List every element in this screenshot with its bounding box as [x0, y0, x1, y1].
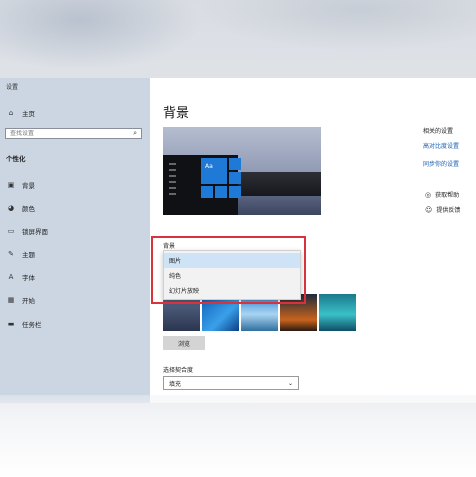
- feedback-label: 提供反馈: [436, 207, 461, 214]
- fit-label: 选择契合度: [163, 367, 194, 374]
- chevron-down-icon: ⌄: [287, 379, 293, 387]
- blurred-lower-area: [0, 395, 476, 477]
- related-settings: 相关的设置 高对比度设置 同步你的设置: [423, 126, 459, 177]
- sidebar-item-label: 主题: [22, 251, 35, 259]
- page-title: 背景: [163, 106, 190, 121]
- fit-select[interactable]: 填充 ⌄: [163, 376, 299, 390]
- main-panel: 背景 Aa 相关的设置 高对比度设置 同步你的设置 ◎ 获取帮助 ☺ 提供反馈 …: [150, 78, 476, 403]
- help-chat-icon: ◎: [425, 190, 432, 199]
- get-help-link[interactable]: ◎ 获取帮助: [425, 190, 460, 200]
- home-icon: ⌂: [8, 109, 14, 117]
- sidebar-item-label: 主页: [22, 110, 35, 118]
- font-icon: A: [8, 273, 14, 281]
- search-icon[interactable]: ⌕: [133, 129, 137, 138]
- wallpaper-thumb[interactable]: [319, 294, 356, 331]
- sidebar-item-taskbar[interactable]: ▬ 任务栏: [6, 318, 42, 330]
- lock-screen-icon: ▭: [7, 227, 15, 235]
- sidebar-item-label: 任务栏: [22, 321, 42, 329]
- preview-tile-text: Aa: [205, 163, 213, 170]
- search-input[interactable]: [10, 130, 120, 137]
- palette-icon: ◕: [7, 204, 15, 212]
- app-title: 设置: [6, 84, 19, 91]
- sidebar-item-label: 开始: [22, 297, 35, 305]
- settings-window: 设置 ⌂ 主页 ⌕ 个性化 ▣ 背景 ◕ 颜色 ▭ 锁屏界面 ✎ 主题 A 字体: [0, 78, 476, 403]
- sidebar-item-themes[interactable]: ✎ 主题: [6, 248, 35, 260]
- feedback-person-icon: ☺: [425, 205, 433, 214]
- brush-icon: ✎: [8, 250, 14, 258]
- sidebar-item-label: 背景: [22, 182, 35, 190]
- sidebar-item-colors[interactable]: ◕ 颜色: [6, 202, 35, 214]
- annotation-highlight-box: [151, 236, 306, 304]
- section-label: 个性化: [6, 155, 26, 163]
- desktop-preview: Aa: [163, 127, 321, 215]
- sidebar-item-label: 颜色: [22, 205, 35, 213]
- sidebar: 设置 ⌂ 主页 ⌕ 个性化 ▣ 背景 ◕ 颜色 ▭ 锁屏界面 ✎ 主题 A 字体: [0, 78, 150, 403]
- feedback-link[interactable]: ☺ 提供反馈: [425, 205, 461, 215]
- image-icon: ▣: [7, 181, 15, 189]
- sidebar-item-fonts[interactable]: A 字体: [6, 271, 35, 283]
- sidebar-item-start[interactable]: ▦ 开始: [6, 294, 35, 306]
- sidebar-item-label: 锁屏界面: [22, 228, 48, 236]
- sidebar-item-background[interactable]: ▣ 背景: [6, 179, 35, 191]
- sidebar-item-label: 字体: [22, 274, 35, 282]
- high-contrast-link[interactable]: 高对比度设置: [423, 141, 459, 150]
- browse-button[interactable]: 浏览: [163, 336, 205, 350]
- search-box[interactable]: ⌕: [5, 128, 142, 139]
- preview-menu-lines: [169, 163, 177, 199]
- sync-settings-link[interactable]: 同步你的设置: [423, 159, 459, 168]
- sidebar-item-lock-screen[interactable]: ▭ 锁屏界面: [6, 225, 48, 237]
- start-menu-icon: ▦: [7, 296, 15, 304]
- sidebar-item-home[interactable]: ⌂ 主页: [6, 107, 35, 119]
- fit-select-value: 填充: [169, 380, 182, 388]
- related-settings-header: 相关的设置: [423, 128, 454, 135]
- get-help-label: 获取帮助: [435, 192, 460, 199]
- taskbar-icon: ▬: [7, 320, 15, 328]
